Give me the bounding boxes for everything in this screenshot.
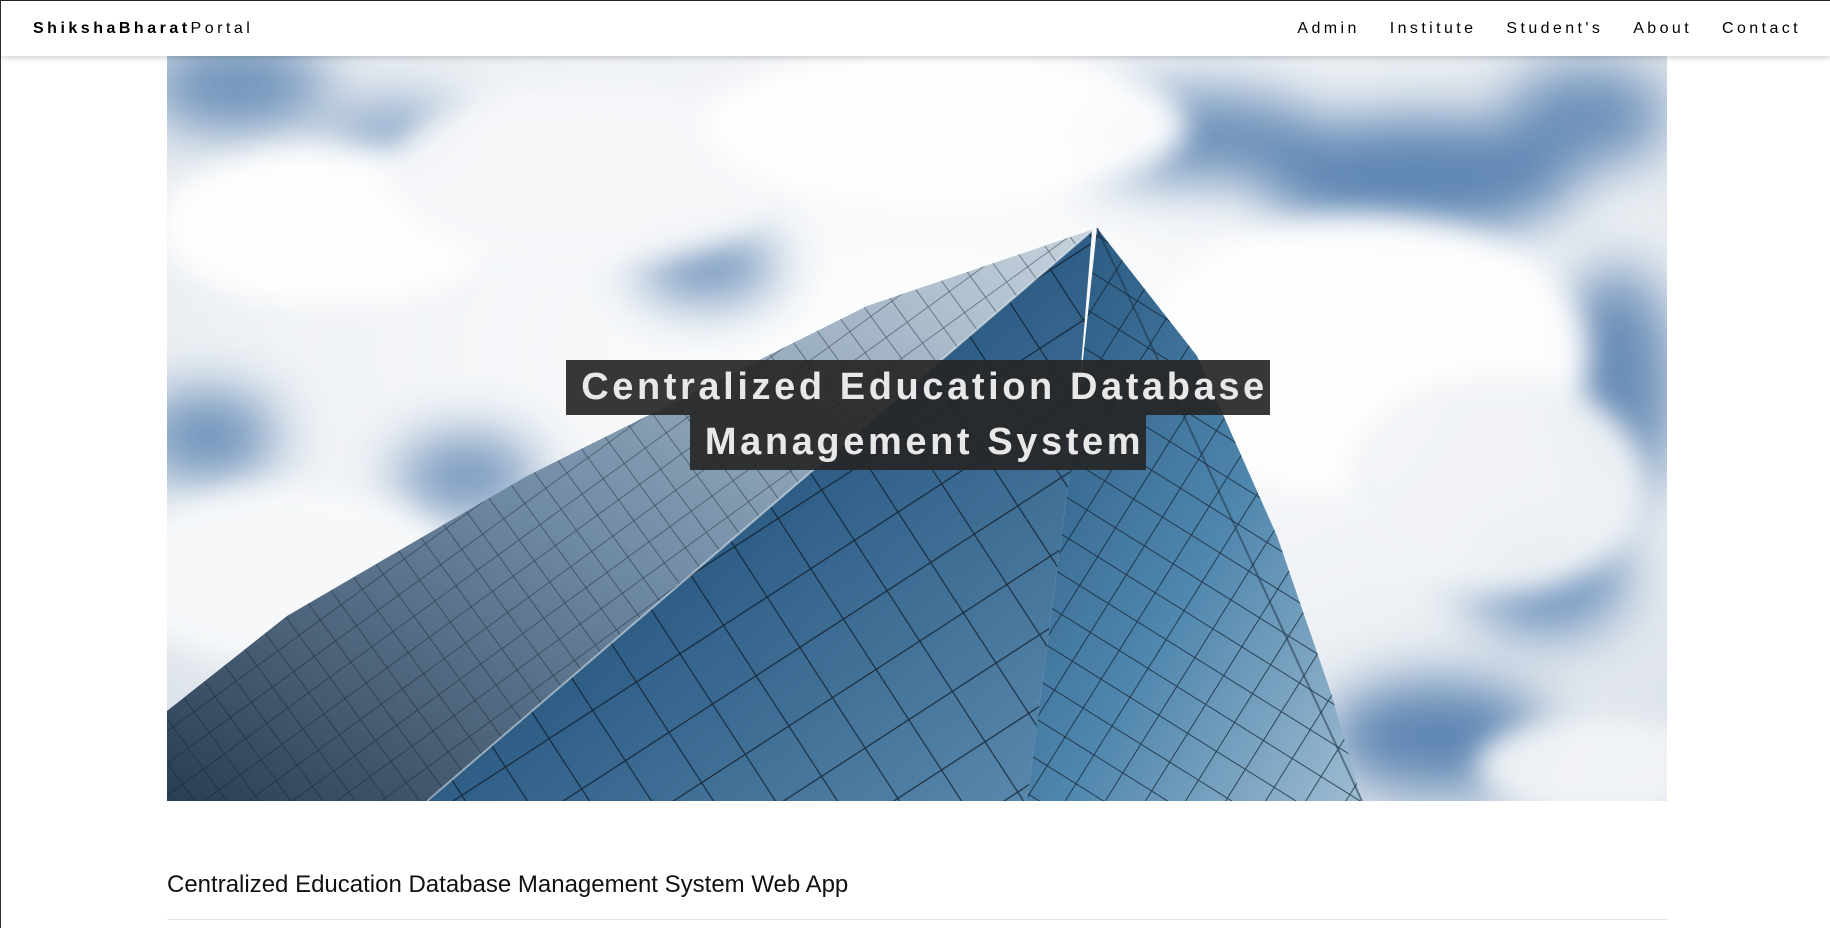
- hero-banner: Centralized Education Database Managemen…: [167, 56, 1667, 801]
- hero-title-line-1: Centralized Education Database: [566, 360, 1270, 415]
- hero-title-line-2: Management System: [689, 415, 1147, 470]
- nav-link-admin[interactable]: Admin: [1297, 20, 1359, 38]
- nav-link-contact[interactable]: Contact: [1722, 20, 1801, 38]
- brand-name-bold: ShikshaBharat: [33, 19, 191, 37]
- hero-title: Centralized Education Database Managemen…: [167, 360, 1667, 470]
- nav-link-about[interactable]: About: [1633, 20, 1692, 38]
- main-nav: Admin Institute Student's About Contact: [1267, 20, 1801, 38]
- top-navbar: ShikshaBharat Portal Admin Institute Stu…: [1, 0, 1830, 56]
- brand-logo-link[interactable]: ShikshaBharat Portal: [33, 20, 253, 38]
- nav-link-institute[interactable]: Institute: [1390, 20, 1477, 38]
- section-divider: [167, 919, 1667, 920]
- section-heading: Centralized Education Database Managemen…: [167, 871, 849, 898]
- nav-link-students[interactable]: Student's: [1506, 20, 1603, 38]
- brand-name-light: Portal: [190, 19, 254, 37]
